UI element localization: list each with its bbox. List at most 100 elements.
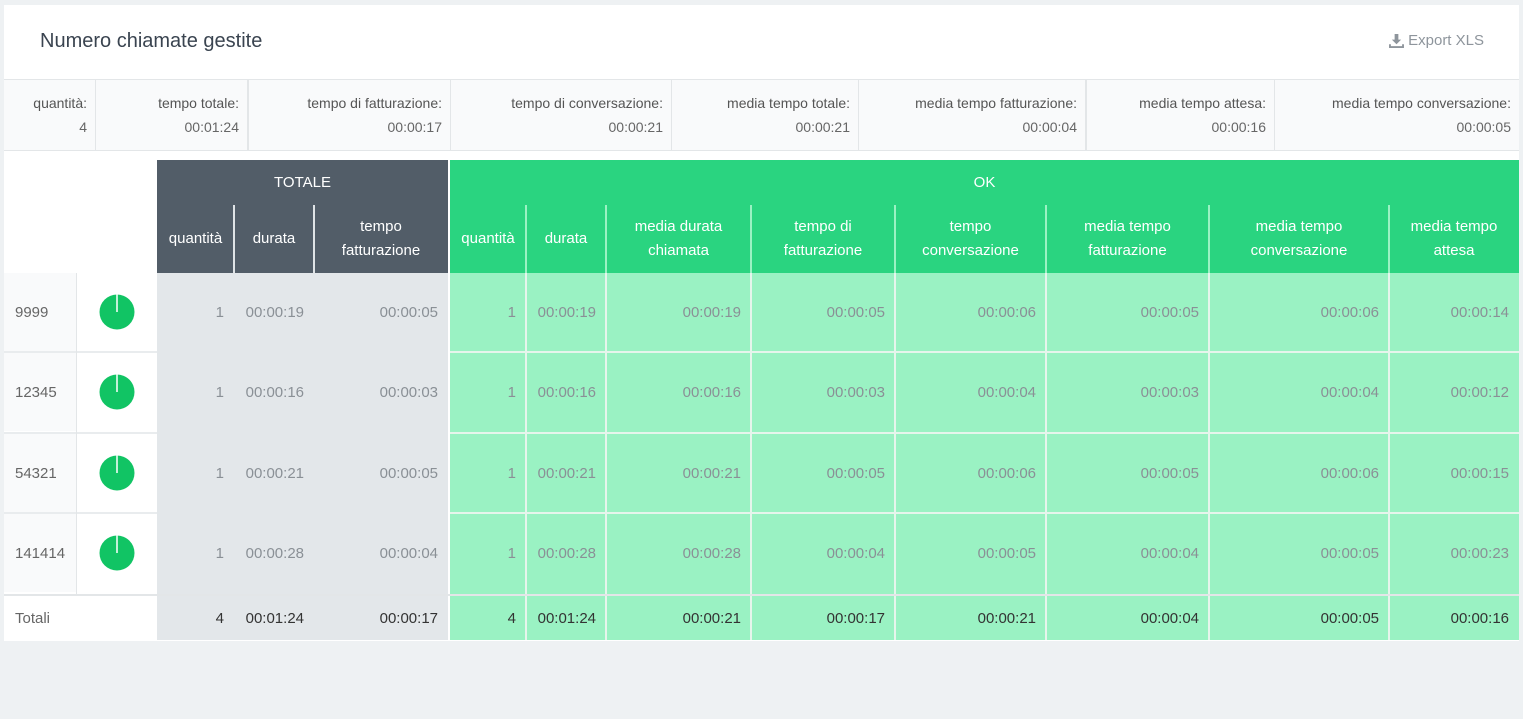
table-cell: 1 xyxy=(215,544,224,562)
stat-label: media tempo totale: xyxy=(727,95,850,111)
column-divider xyxy=(313,205,315,273)
page-title: Numero chiamate gestite xyxy=(40,30,263,52)
column-divider xyxy=(1045,205,1047,273)
header-blank xyxy=(4,160,157,273)
column-header-totale: quantità xyxy=(157,205,234,273)
stat-item: tempo di conversazione: 00:00:21 xyxy=(450,80,671,150)
totals-cell: 4 xyxy=(215,609,224,627)
summary-stats: quantità: 4 tempo totale: 00:01:24 tempo di … xyxy=(4,79,1519,151)
stat-item: media tempo attesa: 00:00:16 xyxy=(1085,80,1274,150)
table-cell: 00:00:28 xyxy=(245,544,304,562)
stat-label: tempo di conversazione: xyxy=(511,95,663,111)
group-header-totale: TOTALE xyxy=(157,160,448,205)
table-cell: 00:00:05 xyxy=(977,544,1036,562)
table-cell: 00:00:06 xyxy=(977,303,1036,321)
table-cell: 00:00:14 xyxy=(1450,303,1509,321)
table-cell: 1 xyxy=(507,464,516,482)
table-cell: 00:00:05 xyxy=(1140,303,1199,321)
pie-cell xyxy=(77,434,157,512)
totals-cell: 00:01:24 xyxy=(537,609,596,627)
table-cell: 00:00:06 xyxy=(977,464,1036,482)
column-header-ok: tempo conversazione xyxy=(895,205,1046,273)
table-cell: 00:00:04 xyxy=(826,544,885,562)
row-divider xyxy=(4,512,157,514)
stat-value: 00:00:17 xyxy=(387,119,443,135)
stat-label: tempo di fatturazione: xyxy=(307,95,442,111)
stat-value: 00:00:21 xyxy=(795,119,851,135)
stat-divider xyxy=(858,80,859,150)
stat-divider xyxy=(1085,80,1087,150)
pie-cell xyxy=(77,514,157,592)
stat-label: tempo totale: xyxy=(158,95,239,111)
pie-chart-icon xyxy=(99,535,135,571)
column-divider xyxy=(750,205,752,273)
totals-cell: 4 xyxy=(507,609,516,627)
column-divider xyxy=(525,205,527,273)
body-column-divider xyxy=(894,273,896,640)
report-header: Numero chiamate gestite Export XLS xyxy=(4,5,1519,79)
totals-cell: 00:00:05 xyxy=(1320,609,1379,627)
row-id: 12345 xyxy=(4,353,76,431)
column-header-totale: durata xyxy=(234,205,314,273)
row-label-divider xyxy=(76,273,77,594)
table-cell: 00:00:05 xyxy=(826,303,885,321)
totals-column-divider xyxy=(894,596,896,640)
row-divider xyxy=(4,432,157,434)
export-xls-button[interactable]: Export XLS xyxy=(1389,32,1484,49)
pie-cell xyxy=(77,353,157,431)
row-id: 54321 xyxy=(4,434,76,512)
table-cell: 00:00:28 xyxy=(537,544,596,562)
table-cell: 00:00:15 xyxy=(1450,464,1509,482)
body-column-divider xyxy=(605,273,607,640)
column-divider xyxy=(1208,205,1210,273)
table-cell: 00:00:28 xyxy=(682,544,741,562)
column-header-ok: tempo di fatturazione xyxy=(751,205,895,273)
stat-item: media tempo conversazione: 00:00:05 xyxy=(1274,80,1519,150)
stat-label: quantità: xyxy=(33,95,87,111)
table-cell: 00:00:21 xyxy=(245,464,304,482)
table-cell: 00:00:06 xyxy=(1320,464,1379,482)
stat-value: 00:00:05 xyxy=(1456,119,1512,135)
stat-value: 00:00:21 xyxy=(608,119,664,135)
totals-cell: 00:00:17 xyxy=(826,609,885,627)
stat-value: 00:01:24 xyxy=(184,119,240,135)
table-cell: 00:00:16 xyxy=(537,383,596,401)
column-header-totale: tempo fatturazione xyxy=(314,205,448,273)
table-cell: 00:00:19 xyxy=(682,303,741,321)
group-divider xyxy=(448,160,450,273)
group-header-ok: OK xyxy=(450,160,1519,205)
stat-divider xyxy=(247,80,249,150)
row-divider xyxy=(4,351,157,353)
stat-divider xyxy=(671,80,672,150)
stat-value: 4 xyxy=(79,119,87,135)
totals-cell: 00:00:21 xyxy=(682,609,741,627)
body-column-divider xyxy=(1208,273,1210,640)
table-cell: 00:00:19 xyxy=(537,303,596,321)
column-divider xyxy=(1388,205,1390,273)
table-cell: 00:00:04 xyxy=(977,383,1036,401)
totals-label: Totali xyxy=(4,596,157,640)
table-cell: 1 xyxy=(215,303,224,321)
row-id: 9999 xyxy=(4,273,76,351)
stat-item: media tempo totale: 00:00:21 xyxy=(671,80,858,150)
column-divider xyxy=(894,205,896,273)
row-divider xyxy=(450,512,1519,514)
table-cell: 00:00:12 xyxy=(1450,383,1509,401)
table-cell: 00:00:03 xyxy=(826,383,885,401)
totals-cell: 00:00:17 xyxy=(379,609,438,627)
row-divider xyxy=(450,351,1519,353)
table-cell: 00:00:19 xyxy=(245,303,304,321)
totals-column-divider xyxy=(605,596,607,640)
body-column-divider xyxy=(750,273,752,640)
stat-divider xyxy=(95,80,96,150)
totals-column-divider xyxy=(1045,596,1047,640)
table-cell: 00:00:04 xyxy=(1140,544,1199,562)
column-header-ok: media durata chiamata xyxy=(606,205,751,273)
table-cell: 00:00:05 xyxy=(379,303,438,321)
table-cell: 1 xyxy=(215,464,224,482)
totals-column-divider xyxy=(750,596,752,640)
pie-cell xyxy=(77,273,157,351)
table-cell: 00:00:05 xyxy=(1320,544,1379,562)
table-cell: 00:00:04 xyxy=(379,544,438,562)
totals-cell: 00:00:21 xyxy=(977,609,1036,627)
